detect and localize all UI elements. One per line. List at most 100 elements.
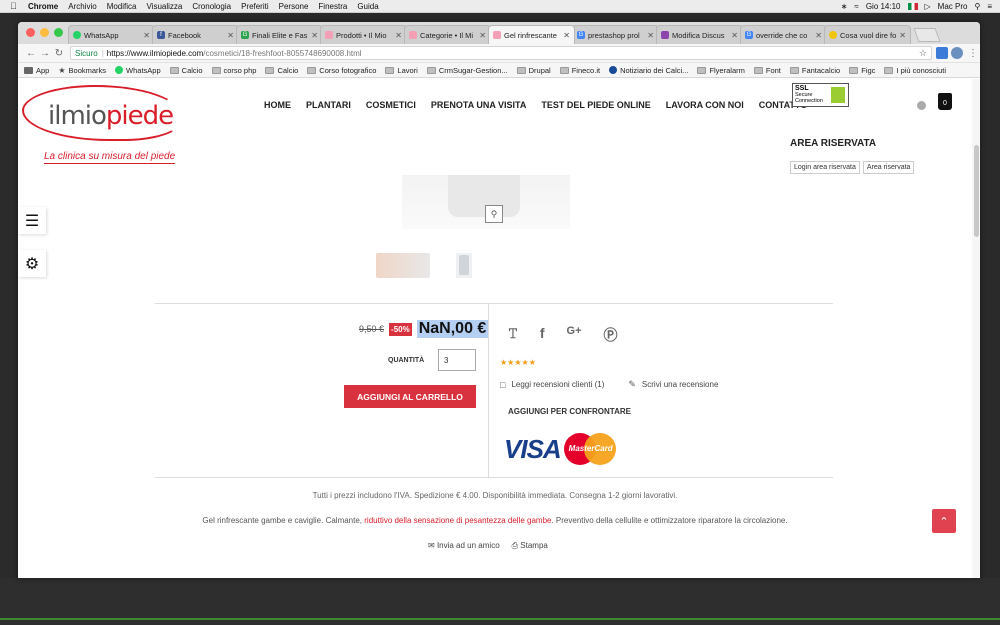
tab-cosa-vuol-dire[interactable]: Cosa vuol dire fo ✕ [824, 25, 911, 44]
tab-whatsapp[interactable]: WhatsApp ✕ [68, 25, 155, 44]
bookmark-folder[interactable]: I più conosciuti [884, 66, 946, 75]
menu-guida[interactable]: Guida [357, 2, 378, 11]
bookmark-star-icon[interactable]: ☆ [919, 48, 927, 59]
bookmark-folder[interactable]: Corso fotografico [307, 66, 376, 75]
bookmark-notiziario[interactable]: Notiziario dei Calci... [609, 66, 688, 75]
send-to-friend-label: Invia ad un amico [436, 541, 500, 550]
tab-title: Facebook [168, 30, 201, 40]
gear-icon[interactable]: ⚙ [18, 250, 46, 277]
product-thumbnail[interactable] [376, 253, 430, 278]
bookmark-folder[interactable]: Fantacalcio [789, 66, 840, 75]
read-reviews-link[interactable]: Leggi recensioni clienti (1) [511, 380, 604, 389]
menubar-user[interactable]: Mac Pro [938, 2, 968, 11]
nav-home[interactable]: HOME [264, 100, 291, 110]
bookmark-folder[interactable]: Figc [849, 66, 875, 75]
tab-modifica-discus[interactable]: Modifica Discus ✕ [656, 25, 743, 44]
bookmark-folder[interactable]: Calcio [169, 66, 203, 75]
tab-prodotti[interactable]: Prodotti • Il Mio ✕ [320, 25, 407, 44]
bookmark-folder[interactable]: Calcio [265, 66, 298, 75]
add-to-cart-button[interactable]: AGGIUNGI AL CARRELLO [344, 385, 476, 408]
product-thumbnail[interactable] [456, 253, 472, 278]
close-tab-icon[interactable]: ✕ [899, 31, 906, 40]
bookmark-folder[interactable]: Fineco.it [559, 66, 600, 75]
menubar-clock[interactable]: Gio 14:10 [866, 2, 901, 11]
bookmark-folder[interactable]: CrmSugar-Gestion... [426, 66, 508, 75]
quantity-input[interactable] [438, 349, 476, 371]
bookmark-label: Lavori [397, 65, 418, 75]
bookmark-folder[interactable]: corso php [211, 66, 256, 75]
forward-icon[interactable]: → [38, 48, 52, 59]
zoom-window-button[interactable] [54, 28, 63, 37]
tab-finali[interactable]: G Finali Elite e Fas ✕ [236, 25, 323, 44]
site-logo[interactable]: ilmiopiede La clinica su misura del pied… [20, 83, 185, 164]
area-riservata-button[interactable]: Area riservata [862, 161, 915, 174]
search-icon[interactable]: ⚲ [974, 2, 980, 11]
zoom-icon[interactable]: ⚲ [485, 205, 503, 223]
secure-lock-label[interactable]: Sicuro [75, 49, 98, 58]
reload-icon[interactable]: ↻ [52, 48, 66, 59]
bookmark-folder[interactable]: Flyeralarm [697, 66, 745, 75]
bookmark-folder[interactable]: Font [753, 66, 781, 75]
menu-visualizza[interactable]: Visualizza [146, 2, 182, 11]
minimize-window-button[interactable] [40, 28, 49, 37]
menu-cronologia[interactable]: Cronologia [192, 2, 231, 11]
bookmark-whatsapp[interactable]: WhatsApp [115, 66, 161, 75]
close-tab-icon[interactable]: ✕ [479, 31, 486, 40]
bookmark-folder[interactable]: Drupal [516, 66, 551, 75]
menu-dots-icon[interactable]: ⋮ [966, 48, 980, 59]
new-tab-button[interactable] [913, 28, 941, 42]
cart-icon[interactable]: 0 [938, 93, 952, 110]
nav-plantari[interactable]: PLANTARI [306, 100, 351, 110]
italy-flag-icon[interactable] [907, 2, 918, 10]
menu-finestra[interactable]: Finestra [318, 2, 347, 11]
address-bar[interactable]: Sicuro | https://www.ilmiopiede.com /cos… [70, 46, 932, 60]
bookmark-bookmarks[interactable]: ★ Bookmarks [58, 66, 106, 75]
print-link[interactable]: ⎙ Stampa [512, 541, 548, 551]
write-review-link[interactable]: Scrivi una recensione [642, 380, 718, 389]
list-icon[interactable]: ≡ [987, 2, 992, 11]
tab-categorie[interactable]: Categorie • Il Mi ✕ [404, 25, 491, 44]
facebook-icon[interactable]: f [540, 325, 545, 345]
twitter-icon[interactable]: 𝚃 [508, 325, 518, 345]
bookmark-folder[interactable]: Lavori [385, 65, 418, 75]
close-tab-icon[interactable]: ✕ [731, 31, 738, 40]
tab-gel-rinfrescante[interactable]: Gel rinfrescante ✕ [488, 25, 575, 44]
extension-icon[interactable] [951, 47, 963, 59]
close-tab-icon[interactable]: ✕ [815, 31, 822, 40]
menu-app-name[interactable]: Chrome [28, 2, 58, 11]
apple-icon[interactable]:  [10, 1, 20, 11]
tab-override[interactable]: Goverride che co ✕ [740, 25, 827, 44]
close-tab-icon[interactable]: ✕ [311, 31, 318, 40]
close-tab-icon[interactable]: ✕ [227, 31, 234, 40]
wifi-icon[interactable]: ≈ [854, 2, 858, 11]
extension-icon[interactable] [936, 47, 948, 59]
nav-test-piede[interactable]: TEST DEL PIEDE ONLINE [541, 100, 650, 110]
close-window-button[interactable] [26, 28, 35, 37]
login-area-button[interactable]: Login area riservata [790, 161, 860, 174]
close-tab-icon[interactable]: ✕ [395, 31, 402, 40]
menu-archivio[interactable]: Archivio [68, 2, 96, 11]
add-to-compare-link[interactable]: AGGIUNGI PER CONFRONTARE [508, 407, 631, 416]
menu-modifica[interactable]: Modifica [107, 2, 137, 11]
google-plus-icon[interactable]: G+ [567, 325, 582, 345]
pinterest-icon[interactable]: Ⓟ [604, 325, 618, 345]
back-to-top-button[interactable]: ⌃ [932, 509, 956, 533]
bookmark-app[interactable]: App [24, 66, 49, 75]
nav-prenota[interactable]: PRENOTA UNA VISITA [431, 100, 527, 110]
tab-facebook[interactable]: f Facebook ✕ [152, 25, 239, 44]
close-tab-icon[interactable]: ✕ [563, 31, 570, 40]
sliders-icon[interactable]: ☰ [18, 207, 46, 234]
back-icon[interactable]: ← [24, 48, 38, 59]
close-tab-icon[interactable]: ✕ [143, 31, 150, 40]
close-tab-icon[interactable]: ✕ [647, 31, 654, 40]
menu-persone[interactable]: Persone [279, 2, 309, 11]
scrollbar-thumb[interactable] [974, 145, 979, 237]
tab-prestashop-search[interactable]: Gprestashop prol ✕ [572, 25, 659, 44]
bluetooth-icon[interactable]: ∗ [841, 2, 848, 11]
nav-cosmetici[interactable]: COSMETICI [366, 100, 416, 110]
send-to-friend-link[interactable]: ✉ Invia ad un amico [428, 541, 500, 551]
nav-lavora[interactable]: LAVORA CON NOI [666, 100, 744, 110]
menu-preferiti[interactable]: Preferiti [241, 2, 269, 11]
volume-icon[interactable]: ▷ [925, 2, 931, 11]
globe-icon[interactable] [917, 101, 926, 110]
